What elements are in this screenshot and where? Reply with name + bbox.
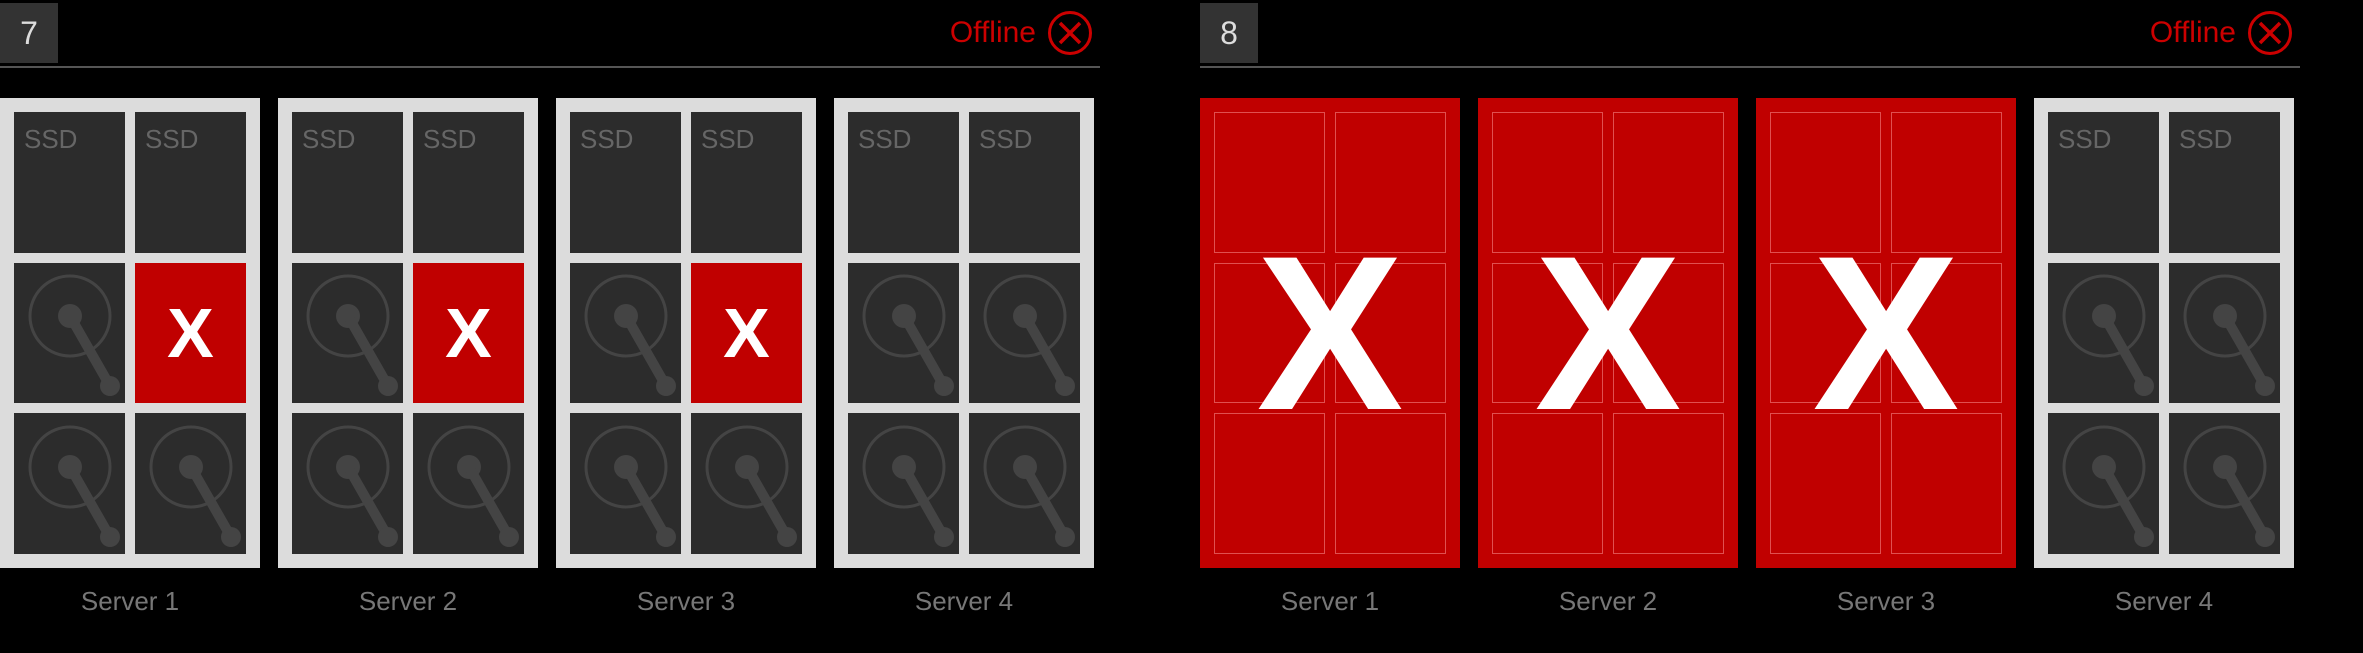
hdd-drive	[135, 413, 246, 554]
server-failed: X	[1200, 98, 1460, 568]
ssd-label: SSD	[145, 124, 198, 155]
ssd-label: SSD	[2179, 124, 2232, 155]
ssd-label: SSD	[580, 124, 633, 155]
server-failed: X	[1756, 98, 2016, 568]
hdd-drive	[292, 263, 403, 404]
server-label: Server 3	[1837, 586, 1935, 617]
hdd-drive-failed: X	[691, 263, 802, 404]
ssd-drive: SSD	[848, 112, 959, 253]
hdd-drive	[14, 413, 125, 554]
server-label: Server 2	[1559, 586, 1657, 617]
server-column: SSD SSD X Server 3	[556, 98, 816, 617]
hdd-drive-failed: X	[413, 263, 524, 404]
server-column: X Server 2	[1478, 98, 1738, 617]
server-label: Server 2	[359, 586, 457, 617]
status-group: Offline	[2150, 11, 2300, 55]
ssd-drive: SSD	[413, 112, 524, 253]
ssd-label: SSD	[423, 124, 476, 155]
ssd-drive: SSD	[691, 112, 802, 253]
servers-row: SSD SSD X Server 1 SSD SSD	[0, 98, 1100, 617]
failure-x-icon: X	[167, 298, 214, 368]
hdd-drive	[969, 413, 1080, 554]
panel-8: 8 Offline X Server 1	[1200, 0, 2300, 617]
ssd-label: SSD	[858, 124, 911, 155]
server-column: SSD SSD Server 4	[834, 98, 1094, 617]
server-label: Server 1	[1281, 586, 1379, 617]
failure-x-icon: X	[1813, 223, 1960, 443]
server: SSD SSD X	[556, 98, 816, 568]
server: SSD SSD	[834, 98, 1094, 568]
panel-number-badge: 8	[1200, 3, 1258, 63]
panel-7: 7 Offline SSD SSD X	[0, 0, 1100, 617]
server-column: X Server 1	[1200, 98, 1460, 617]
ssd-drive: SSD	[2169, 112, 2280, 253]
hdd-drive-failed: X	[135, 263, 246, 404]
drive-grid: SSD SSD X	[14, 112, 246, 554]
hdd-drive	[292, 413, 403, 554]
server-column: SSD SSD X Server 1	[0, 98, 260, 617]
offline-x-icon	[2248, 11, 2292, 55]
server-column: SSD SSD X Server 2	[278, 98, 538, 617]
failure-x-icon: X	[723, 298, 770, 368]
drive-grid: SSD SSD X	[570, 112, 802, 554]
hdd-drive	[848, 263, 959, 404]
server: SSD SSD X	[278, 98, 538, 568]
hdd-drive	[413, 413, 524, 554]
server-column: X Server 3	[1756, 98, 2016, 617]
panel-header: 7 Offline	[0, 0, 1100, 68]
server-label: Server 4	[2115, 586, 2213, 617]
server-failed: X	[1478, 98, 1738, 568]
server-column: SSD SSD Server 4	[2034, 98, 2294, 617]
ssd-drive: SSD	[2048, 112, 2159, 253]
panel-number-badge: 7	[0, 3, 58, 63]
ssd-drive: SSD	[135, 112, 246, 253]
server: SSD SSD	[2034, 98, 2294, 568]
hdd-drive	[2169, 413, 2280, 554]
hdd-drive	[2048, 263, 2159, 404]
ssd-drive: SSD	[969, 112, 1080, 253]
hdd-drive	[570, 413, 681, 554]
server-label: Server 4	[915, 586, 1013, 617]
ssd-label: SSD	[701, 124, 754, 155]
ssd-drive: SSD	[14, 112, 125, 253]
ssd-label: SSD	[24, 124, 77, 155]
ssd-label: SSD	[979, 124, 1032, 155]
server-label: Server 3	[637, 586, 735, 617]
hdd-drive	[570, 263, 681, 404]
ssd-label: SSD	[2058, 124, 2111, 155]
server: SSD SSD X	[0, 98, 260, 568]
status-label: Offline	[950, 16, 1036, 50]
failure-x-icon: X	[1535, 223, 1682, 443]
panel-header: 8 Offline	[1200, 0, 2300, 68]
hdd-drive	[2169, 263, 2280, 404]
drive-grid: SSD SSD	[2048, 112, 2280, 554]
hdd-drive	[2048, 413, 2159, 554]
ssd-drive: SSD	[570, 112, 681, 253]
offline-x-icon	[1048, 11, 1092, 55]
ssd-label: SSD	[302, 124, 355, 155]
server-label: Server 1	[81, 586, 179, 617]
ssd-drive: SSD	[292, 112, 403, 253]
hdd-drive	[969, 263, 1080, 404]
failure-x-icon: X	[1257, 223, 1404, 443]
failure-x-icon: X	[445, 298, 492, 368]
status-group: Offline	[950, 11, 1100, 55]
hdd-drive	[691, 413, 802, 554]
hdd-drive	[14, 263, 125, 404]
drive-grid: SSD SSD	[848, 112, 1080, 554]
diagram-container: 7 Offline SSD SSD X	[0, 0, 2363, 617]
servers-row: X Server 1 X Server 2 X	[1200, 98, 2300, 617]
drive-grid: SSD SSD X	[292, 112, 524, 554]
status-label: Offline	[2150, 16, 2236, 50]
hdd-drive	[848, 413, 959, 554]
